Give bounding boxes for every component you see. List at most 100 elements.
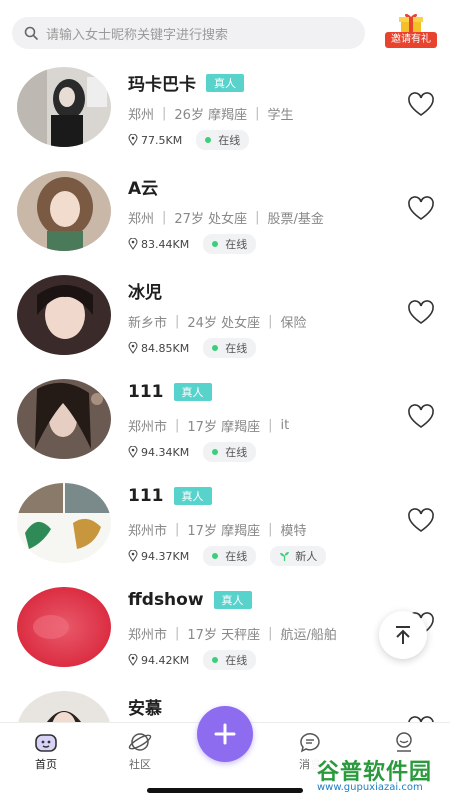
user-name: 冰児 <box>128 283 162 303</box>
user-job: it <box>280 418 290 433</box>
heart-icon[interactable] <box>407 92 435 118</box>
gift-icon <box>399 13 423 33</box>
heart-icon[interactable] <box>407 508 435 534</box>
avatar <box>17 483 111 563</box>
user-info: 郑州市 | 17岁 摩羯座 | it <box>128 418 290 435</box>
planet-icon <box>128 733 152 751</box>
online-badge: 在线 <box>203 338 257 358</box>
user-age: 24岁 <box>187 316 217 331</box>
add-button[interactable] <box>197 706 253 762</box>
user-city: 郑州 <box>128 108 155 123</box>
tab-home[interactable]: 首页 <box>16 731 76 772</box>
user-info: 郑州 | 26岁 摩羯座 | 学生 <box>128 106 294 123</box>
search-input[interactable]: 请输入女士昵称关键字进行搜索 <box>12 17 365 49</box>
tab-home-label: 首页 <box>35 758 57 771</box>
chat-icon <box>300 733 320 753</box>
user-age: 17岁 <box>187 524 217 539</box>
heart-icon[interactable] <box>407 404 435 430</box>
verified-badge: 真人 <box>206 73 244 92</box>
watermark-url: www.gupuxiazai.com <box>317 782 423 793</box>
online-badge: 在线 <box>203 442 257 462</box>
user-name: 111 <box>128 486 164 506</box>
user-job: 股票/基金 <box>267 212 324 227</box>
user-job: 保险 <box>280 316 307 331</box>
distance: 94.37KM <box>141 549 190 563</box>
location-icon <box>128 550 138 562</box>
user-zodiac: 处女座 <box>208 212 248 227</box>
verified-badge: 真人 <box>173 487 212 505</box>
user-info: 郑州市 | 17岁 摩羯座 | 模特 <box>128 522 307 539</box>
user-card[interactable]: 111 真人 郑州市 | 17岁 摩羯座 | 模特 94.37KM 在线 新人 <box>0 478 450 582</box>
search-placeholder: 请输入女士昵称关键字进行搜索 <box>46 27 229 43</box>
user-name: 111 <box>128 382 164 402</box>
user-name: ffdshow <box>128 590 204 610</box>
tab-community[interactable]: 社区 <box>110 731 170 772</box>
user-zodiac: 摩羯座 <box>208 108 248 123</box>
distance: 83.44KM <box>141 237 190 251</box>
distance: 84.85KM <box>141 341 190 355</box>
back-to-top-button[interactable] <box>379 611 427 659</box>
verified-badge: 真人 <box>213 591 252 609</box>
user-zodiac: 天秤座 <box>221 628 261 643</box>
search-icon <box>24 26 38 40</box>
online-badge: 在线 <box>203 650 257 670</box>
user-job: 模特 <box>280 524 307 539</box>
user-info: 郑州市 | 17岁 天秤座 | 航运/船舶 <box>128 626 337 643</box>
user-age: 17岁 <box>187 420 217 435</box>
sprout-icon <box>280 551 290 561</box>
avatar <box>17 171 111 251</box>
user-job: 航运/船舶 <box>280 628 337 643</box>
user-info: 郑州 | 27岁 处女座 | 股票/基金 <box>128 210 324 227</box>
user-age: 27岁 <box>174 212 204 227</box>
user-card[interactable]: 冰児 新乡市 | 24岁 处女座 | 保险 84.85KM 在线 <box>0 270 450 374</box>
heart-icon[interactable] <box>407 196 435 222</box>
user-name: 玛卡巴卡 <box>128 75 196 95</box>
avatar <box>17 67 111 147</box>
location-icon <box>128 134 138 146</box>
home-icon <box>35 734 57 752</box>
avatar <box>17 275 111 355</box>
newbie-badge: 新人 <box>270 546 327 566</box>
invite-button[interactable]: 邀请有礼 <box>385 12 437 50</box>
user-info: 新乡市 | 24岁 处女座 | 保险 <box>128 314 307 331</box>
location-icon <box>128 238 138 250</box>
distance: 94.42KM <box>141 653 190 667</box>
user-zodiac: 处女座 <box>221 316 261 331</box>
user-zodiac: 摩羯座 <box>221 524 261 539</box>
user-card[interactable]: 玛卡巴卡 真人 郑州 | 26岁 摩羯座 | 学生 77.5KM 在线 <box>0 62 450 166</box>
home-indicator <box>147 788 303 793</box>
online-badge: 在线 <box>196 130 250 150</box>
user-card[interactable]: A云 郑州 | 27岁 处女座 | 股票/基金 83.44KM 在线 <box>0 166 450 270</box>
user-age: 17岁 <box>187 628 217 643</box>
user-age: 26岁 <box>174 108 204 123</box>
user-city: 郑州市 <box>128 628 168 643</box>
user-card[interactable]: 111 真人 郑州市 | 17岁 摩羯座 | it 94.34KM 在线 <box>0 374 450 478</box>
arrow-up-icon <box>396 626 410 644</box>
user-name: 安慕 <box>128 699 162 719</box>
user-city: 郑州市 <box>128 524 168 539</box>
user-name: A云 <box>128 179 159 199</box>
online-badge: 在线 <box>203 546 257 566</box>
user-city: 郑州 <box>128 212 155 227</box>
plus-icon <box>214 723 236 745</box>
watermark: 谷普软件园 www.gupuxiazai.com <box>309 752 450 800</box>
user-zodiac: 摩羯座 <box>221 420 261 435</box>
location-icon <box>128 654 138 666</box>
distance: 94.34KM <box>141 445 190 459</box>
verified-badge: 真人 <box>173 383 212 401</box>
profile-icon <box>396 732 412 752</box>
avatar <box>17 379 111 459</box>
top-bar: 请输入女士昵称关键字进行搜索 邀请有礼 <box>0 0 450 62</box>
distance: 77.5KM <box>141 133 183 147</box>
location-icon <box>128 342 138 354</box>
user-job: 学生 <box>267 108 294 123</box>
avatar <box>17 587 111 667</box>
invite-label: 邀请有礼 <box>385 32 437 48</box>
online-badge: 在线 <box>203 234 257 254</box>
location-icon <box>128 446 138 458</box>
tab-community-label: 社区 <box>129 758 151 771</box>
heart-icon[interactable] <box>407 300 435 326</box>
avatar <box>17 691 111 722</box>
user-city: 新乡市 <box>128 316 168 331</box>
user-city: 郑州市 <box>128 420 168 435</box>
